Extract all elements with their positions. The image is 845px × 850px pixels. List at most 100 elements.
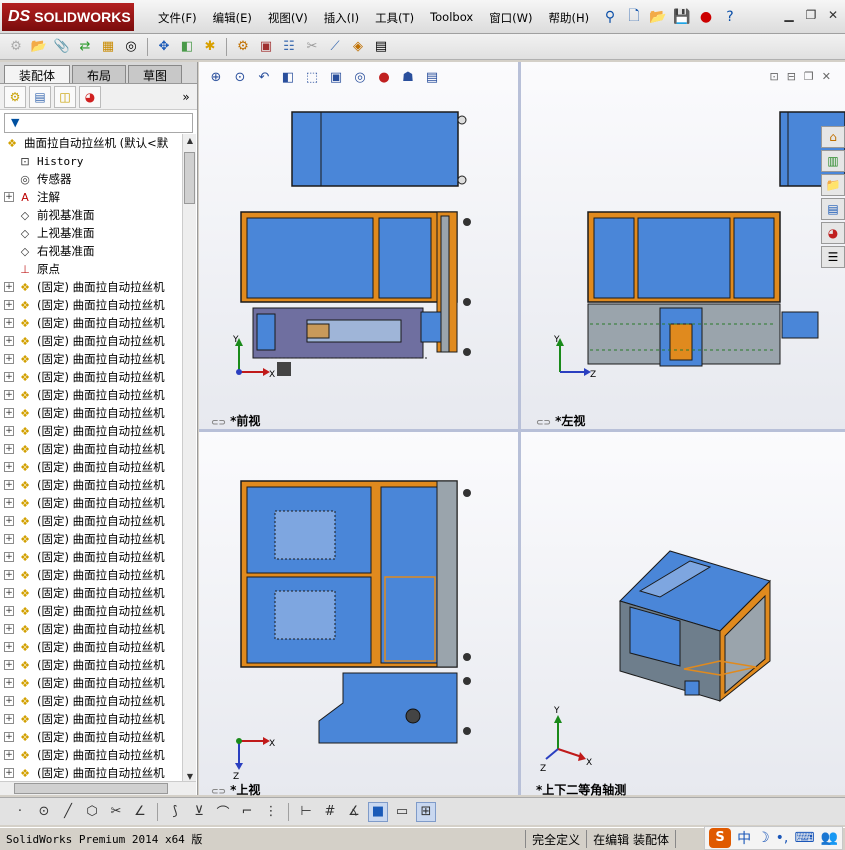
menu-item[interactable]: 视图(V)	[260, 10, 316, 26]
update-speedpak-icon[interactable]: ▤	[371, 37, 391, 57]
expand-icon[interactable]: +	[4, 750, 14, 760]
tree-item[interactable]: ◇ 右视基准面	[0, 242, 182, 260]
assembly-features-icon[interactable]: ✱	[200, 37, 220, 57]
display-style-icon[interactable]: ▣	[327, 68, 345, 86]
punctuation-icon[interactable]: •,	[776, 830, 789, 846]
trim-icon[interactable]: ✂	[106, 802, 126, 822]
corner-icon[interactable]: ⌐	[237, 802, 257, 822]
close-viewport-icon[interactable]: ✕	[822, 70, 831, 83]
reference-geometry-icon[interactable]: ⚙	[233, 37, 253, 57]
expand-icon[interactable]: +	[4, 588, 14, 598]
apply-scene-icon[interactable]: ☗	[399, 68, 417, 86]
left-view-model[interactable]: Y Z	[520, 62, 845, 430]
open-folder-icon[interactable]: 📂	[648, 6, 668, 28]
expand-icon[interactable]: +	[4, 732, 14, 742]
grid-icon[interactable]: #	[320, 802, 340, 822]
custom-properties-icon[interactable]: ☰	[821, 246, 845, 268]
tree-component[interactable]: + ❖ (固定) 曲面拉自动拉丝机	[0, 638, 182, 656]
smart-fastener-icon[interactable]: ◎	[121, 37, 141, 57]
scroll-thumb[interactable]	[184, 152, 195, 204]
keyboard-icon[interactable]: ⌨	[794, 830, 814, 846]
display-manager-icon[interactable]: ◕	[79, 85, 101, 108]
tree-item[interactable]: ⊥ 原点	[0, 260, 182, 278]
tree-component[interactable]: + ❖ (固定) 曲面拉自动拉丝机	[0, 728, 182, 746]
expand-icon[interactable]: +	[4, 192, 14, 202]
pin-icon[interactable]: ⚲	[600, 6, 620, 28]
expand-icon[interactable]: +	[4, 354, 14, 364]
file-explorer-icon[interactable]: 📁	[821, 174, 845, 196]
explode-line-icon[interactable]: ⟋	[325, 37, 345, 57]
expand-icon[interactable]: +	[4, 768, 14, 778]
expand-icon[interactable]: +	[4, 372, 14, 382]
tree-component[interactable]: + ❖ (固定) 曲面拉自动拉丝机	[0, 584, 182, 602]
tree-component[interactable]: + ❖ (固定) 曲面拉自动拉丝机	[0, 458, 182, 476]
menu-item[interactable]: Toolbox	[422, 10, 481, 26]
viewport-horizontal-splitter[interactable]	[199, 429, 845, 432]
rebuild-traffic-light-icon[interactable]: ●	[696, 6, 716, 28]
menu-item[interactable]: 帮助(H)	[541, 10, 598, 26]
tree-item[interactable]: ◇ 前视基准面	[0, 206, 182, 224]
view-settings-icon[interactable]: ▤	[423, 68, 441, 86]
expand-icon[interactable]: +	[4, 642, 14, 652]
four-view-icon[interactable]: ⊞	[416, 801, 436, 822]
hscroll-thumb[interactable]	[14, 783, 168, 794]
expand-icon[interactable]: +	[4, 390, 14, 400]
extend-icon[interactable]: ∠	[130, 802, 150, 822]
tree-horizontal-scrollbar[interactable]	[0, 781, 196, 795]
tree-component[interactable]: + ❖ (固定) 曲面拉自动拉丝机	[0, 368, 182, 386]
expand-icon[interactable]: +	[4, 426, 14, 436]
tree-item[interactable]: ◎ 传感器	[0, 170, 182, 188]
expand-icon[interactable]: +	[4, 462, 14, 472]
viewport-top[interactable]: X Z ⊂⊃ *上视	[199, 431, 519, 797]
fillet-icon[interactable]: ⌒	[213, 802, 233, 822]
dimension-icon[interactable]: ⊢	[296, 802, 316, 822]
tree-component[interactable]: + ❖ (固定) 曲面拉自动拉丝机	[0, 746, 182, 764]
maximize-viewport-icon[interactable]: ❐	[804, 70, 814, 83]
new-document-icon[interactable]: 🗋	[624, 6, 644, 28]
shaded-cube-icon[interactable]: ■	[368, 801, 388, 822]
expand-icon[interactable]: +	[4, 714, 14, 724]
tree-filter[interactable]: ▼	[4, 113, 193, 133]
instant3d-icon[interactable]: ◈	[348, 37, 368, 57]
appearances-icon[interactable]: ◕	[821, 222, 845, 244]
tree-component[interactable]: + ❖ (固定) 曲面拉自动拉丝机	[0, 494, 182, 512]
scroll-up-icon[interactable]: ▲	[183, 134, 197, 148]
expand-icon[interactable]: +	[4, 336, 14, 346]
tree-component[interactable]: + ❖ (固定) 曲面拉自动拉丝机	[0, 440, 182, 458]
tab-sketch[interactable]: 草图	[128, 65, 183, 83]
tree-component[interactable]: + ❖ (固定) 曲面拉自动拉丝机	[0, 764, 182, 782]
hide-show-icon[interactable]: ◎	[351, 68, 369, 86]
property-manager-icon[interactable]: ▤	[29, 85, 51, 108]
tree-component[interactable]: + ❖ (固定) 曲面拉自动拉丝机	[0, 710, 182, 728]
close-icon[interactable]: ✕	[825, 8, 841, 24]
menu-item[interactable]: 工具(T)	[367, 10, 422, 26]
graphics-area[interactable]: ⊕ ⊙ ↶ ◧ ⬚ ▣ ◎ ● ☗ ▤ Y X ⊂⊃ *前视 ⊡ ⊟ ❐ ✕ Y…	[199, 62, 845, 797]
user-icon[interactable]: 👥	[821, 830, 838, 846]
viewport-front[interactable]: ⊕ ⊙ ↶ ◧ ⬚ ▣ ◎ ● ☗ ▤ Y X ⊂⊃ *前视	[199, 62, 519, 430]
configuration-manager-icon[interactable]: ◫	[54, 85, 76, 108]
open-part-icon[interactable]: 📂	[29, 37, 49, 57]
expand-icon[interactable]: +	[4, 318, 14, 328]
menu-item[interactable]: 插入(I)	[316, 10, 367, 26]
tab-assembly[interactable]: 装配体	[4, 65, 71, 83]
tree-component[interactable]: + ❖ (固定) 曲面拉自动拉丝机	[0, 350, 182, 368]
expand-icon[interactable]: +	[4, 696, 14, 706]
tree-component[interactable]: + ❖ (固定) 曲面拉自动拉丝机	[0, 620, 182, 638]
section-view-icon[interactable]: ◧	[279, 68, 297, 86]
centerline-icon[interactable]: ⋮	[261, 802, 281, 822]
isometric-view-model[interactable]: Y X Z	[520, 431, 845, 795]
bill-of-materials-icon[interactable]: ☷	[279, 37, 299, 57]
save-icon[interactable]: 💾	[672, 6, 692, 28]
tree-component[interactable]: + ❖ (固定) 曲面拉自动拉丝机	[0, 566, 182, 584]
moon-icon[interactable]: ☽	[757, 830, 770, 846]
tree-component[interactable]: + ❖ (固定) 曲面拉自动拉丝机	[0, 386, 182, 404]
expand-icon[interactable]: +	[4, 498, 14, 508]
home-icon[interactable]: ⌂	[821, 126, 845, 148]
top-view-model[interactable]: X Z	[199, 431, 519, 795]
view-palette-icon[interactable]: ▤	[821, 198, 845, 220]
tree-component[interactable]: + ❖ (固定) 曲面拉自动拉丝机	[0, 674, 182, 692]
insert-components-icon[interactable]: ⚙	[6, 37, 26, 57]
expand-icon[interactable]: +	[4, 534, 14, 544]
offset-icon[interactable]: ⟆	[165, 802, 185, 822]
tree-component[interactable]: + ❖ (固定) 曲面拉自动拉丝机	[0, 602, 182, 620]
